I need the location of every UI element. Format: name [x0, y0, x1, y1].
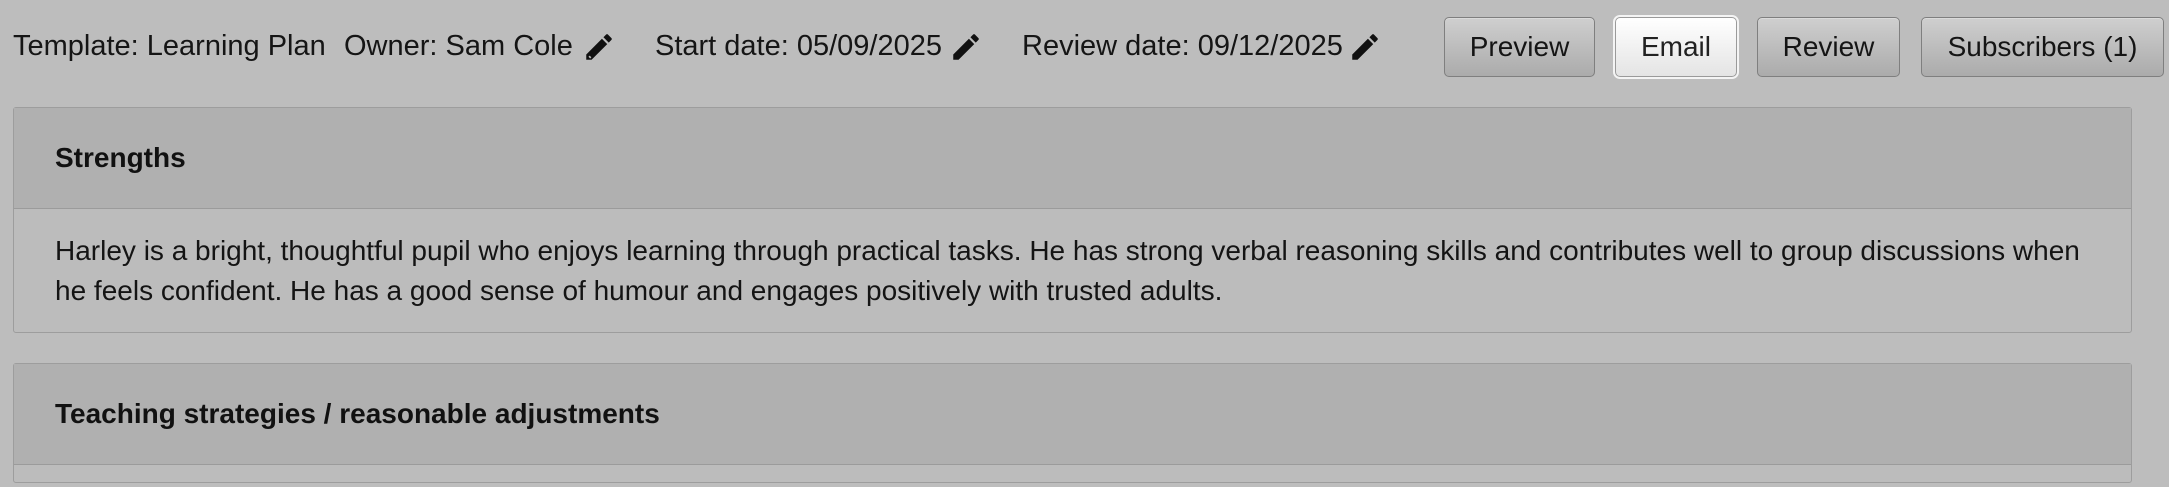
strengths-panel: Strengths Harley is a bright, thoughtful…: [13, 107, 2132, 333]
edit-owner-pencil-icon[interactable]: [582, 30, 616, 64]
review-date-label: Review date: 09/12/2025: [1022, 30, 1343, 62]
review-button[interactable]: Review: [1757, 17, 1900, 77]
plan-header-bar: Template: Learning Plan Owner: Sam Cole …: [0, 0, 2169, 92]
teaching-strategies-panel: Teaching strategies / reasonable adjustm…: [13, 363, 2132, 483]
preview-button[interactable]: Preview: [1444, 17, 1595, 77]
teaching-strategies-text: [14, 465, 2131, 487]
edit-start-date-pencil-icon[interactable]: [949, 30, 983, 64]
subscribers-button[interactable]: Subscribers (1): [1921, 17, 2164, 77]
teaching-strategies-heading: Teaching strategies / reasonable adjustm…: [14, 364, 2131, 465]
edit-review-date-pencil-icon[interactable]: [1348, 30, 1382, 64]
start-date-label: Start date: 05/09/2025: [655, 30, 942, 62]
template-label: Template: Learning Plan: [13, 30, 326, 62]
email-button[interactable]: Email: [1613, 15, 1739, 79]
owner-label: Owner: Sam Cole: [344, 30, 573, 62]
strengths-text: Harley is a bright, thoughtful pupil who…: [55, 235, 2080, 306]
strengths-heading: Strengths: [14, 108, 2131, 209]
